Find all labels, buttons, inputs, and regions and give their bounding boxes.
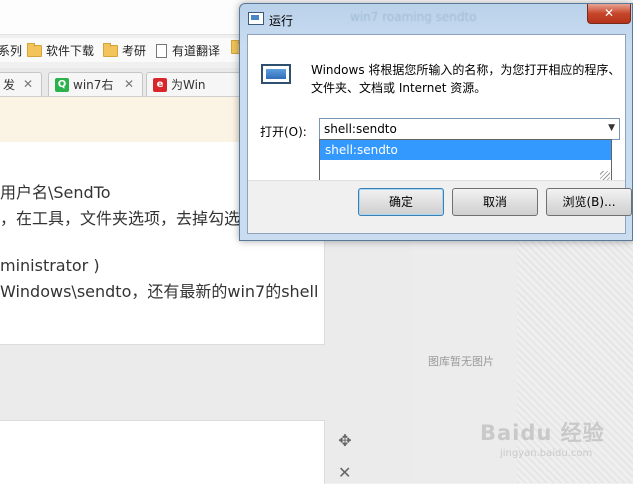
close-icon[interactable]: ✕ <box>23 77 33 91</box>
close-icon[interactable]: ✕ <box>124 77 134 91</box>
bookmark-software-download[interactable]: 软件下载 <box>27 42 94 59</box>
article-card-2 <box>0 420 325 484</box>
bookmark-series[interactable]: 系列 <box>0 42 22 59</box>
open-combobox[interactable]: shell:sendto ▼ <box>319 118 620 140</box>
ie-e-icon: e <box>153 77 167 92</box>
bookmark-label: 有道翻译 <box>172 44 221 58</box>
autocomplete-dropdown: shell:sendto <box>319 139 612 183</box>
close-button[interactable]: ✕ <box>587 4 631 24</box>
folder-icon <box>103 42 118 57</box>
tab-win7[interactable]: Q win7右 ✕ <box>48 72 143 96</box>
tab-win[interactable]: e 为Win <box>146 72 241 96</box>
bookmark-label: 软件下载 <box>46 44 95 58</box>
chevron-down-icon[interactable]: ▼ <box>608 123 615 133</box>
bookmark-label: 系列 <box>0 44 23 58</box>
run-program-icon <box>261 64 291 84</box>
move-icon[interactable]: ✥ <box>336 432 354 450</box>
bookmark-kaoyan[interactable]: 考研 <box>103 42 146 59</box>
bookmark-youdao[interactable]: 有道翻译 <box>156 42 220 59</box>
dropdown-item[interactable]: shell:sendto <box>320 140 611 160</box>
dialog-titlebar[interactable]: 运行 win7 roaming sendto ✕ <box>240 4 632 34</box>
tab-label: win7右 <box>73 78 114 92</box>
tab-1[interactable]: 发 ✕ <box>0 72 42 96</box>
article-line: Windows\sendto，还有最新的win7的shell <box>0 282 319 301</box>
tab-label: 发 <box>3 78 16 92</box>
article-line: 用户名\SendTo <box>0 183 111 202</box>
folder-icon <box>27 42 42 57</box>
open-input[interactable]: shell:sendto <box>324 122 397 136</box>
article-line: ministrator ) <box>0 256 100 275</box>
run-icon <box>248 12 264 25</box>
run-dialog: 运行 win7 roaming sendto ✕ Windows 将根据您所输入… <box>239 3 633 241</box>
baidu-watermark-url: jingyan.baidu.com <box>500 448 593 459</box>
open-label: 打开(O): <box>260 125 307 139</box>
article-line: ，在工具，文件夹选项，去掉勾选 <box>0 209 241 228</box>
browse-button[interactable]: 浏览(B)... <box>546 188 632 216</box>
search-q-icon: Q <box>55 77 69 92</box>
close-icon[interactable]: ✕ <box>338 465 352 481</box>
dialog-client: Windows 将根据您所输入的名称，为您打开相应的程序、文件夹、文档或 Int… <box>247 34 632 234</box>
dialog-description: Windows 将根据您所输入的名称，为您打开相应的程序、文件夹、文档或 Int… <box>311 63 621 95</box>
close-icon: ✕ <box>603 6 615 20</box>
baidu-watermark: Baidu 经验 <box>480 421 605 445</box>
no-image-text: 图库暂无图片 <box>428 355 494 368</box>
ok-button[interactable]: 确定 <box>358 188 444 216</box>
page-icon <box>156 43 167 58</box>
background-window-title: win7 roaming sendto <box>350 10 477 24</box>
cancel-button[interactable]: 取消 <box>452 188 538 216</box>
bookmark-label: 考研 <box>122 44 147 58</box>
dialog-title: 运行 <box>269 14 294 28</box>
tab-label: 为Win <box>171 78 206 92</box>
